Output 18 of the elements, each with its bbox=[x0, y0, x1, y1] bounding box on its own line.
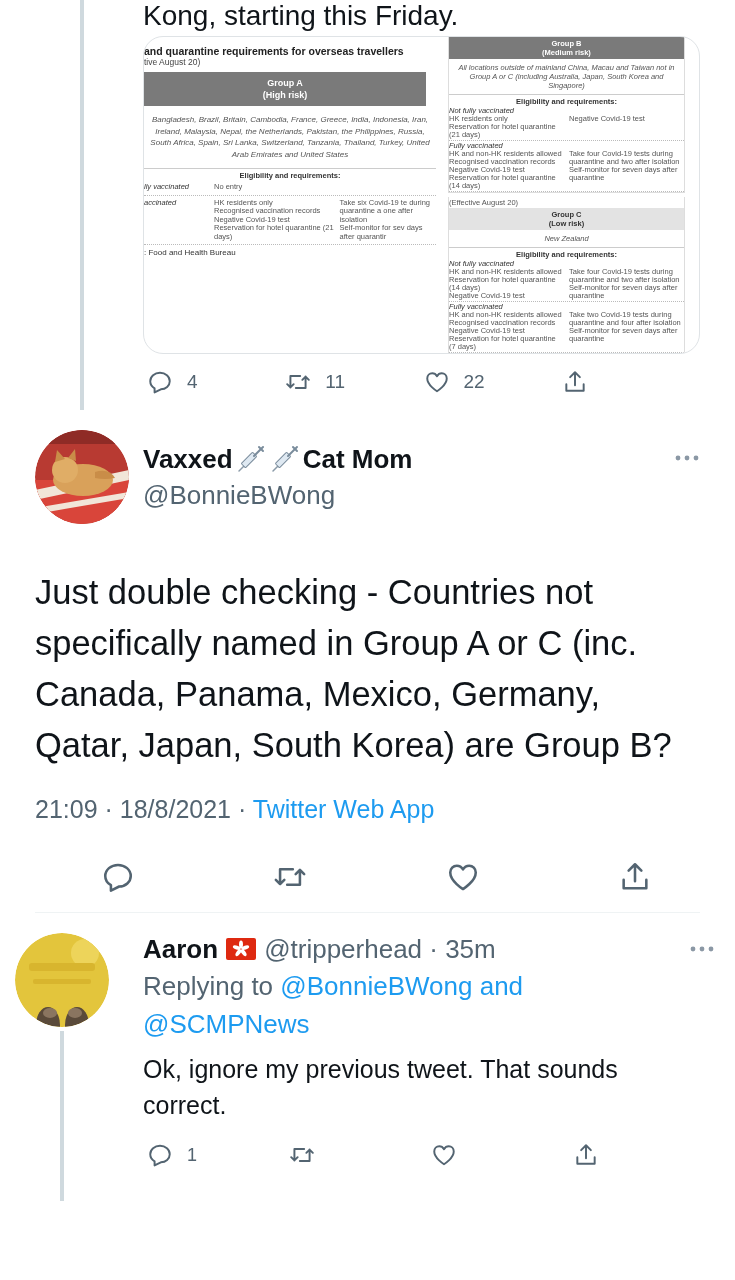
like-count: 22 bbox=[463, 371, 485, 393]
document-title: and quarantine requirements for overseas travellers bbox=[144, 45, 405, 57]
tweet-text: Ok, ignore my previous tweet. That sounds correct. bbox=[143, 1054, 619, 1121]
replying-to-text: Replying to @BonnieBWong and @SCMPNews bbox=[143, 970, 525, 1041]
reply-count: 4 bbox=[187, 371, 198, 393]
retweet-count: 11 bbox=[325, 371, 345, 393]
source-text: : Food and Health Bureau bbox=[144, 248, 237, 257]
document-subtitle: tive August 20) bbox=[144, 57, 201, 67]
tweet-text: Just double checking - Countries not specifically named in Group A or C (inc. Canada, Panama, Mexico, Germany, Qatar, Japan, South Korea) are Group B? bbox=[35, 572, 673, 766]
group-header: Group A (High risk) bbox=[144, 72, 426, 106]
user-handle[interactable]: @tripperhead · 35m bbox=[264, 933, 496, 965]
tweet-text: Kong, starting this Friday. bbox=[143, 0, 460, 33]
reply-count: 1 bbox=[187, 1144, 197, 1166]
display-name[interactable]: Aaron bbox=[143, 933, 219, 965]
display-name[interactable]: Vaxxed Cat Mom bbox=[143, 442, 413, 476]
user-handle[interactable]: @BonnieBWong bbox=[143, 480, 413, 511]
timestamp: 21:09 · 18/8/2021 · bbox=[35, 795, 248, 823]
country-list: Bangladesh, Brazil, Britain, Cambodia, France, Greece, India, Indonesia, Iran, Ireland, Malaysia, Nepal, the Netherlands, Pakistan, the Philippines, Russia, South Africa, Spain, Sri Lanka, Switzerland, Tanzania, Thailand, Turkey, United Arab Emirates and United States bbox=[144, 106, 436, 168]
